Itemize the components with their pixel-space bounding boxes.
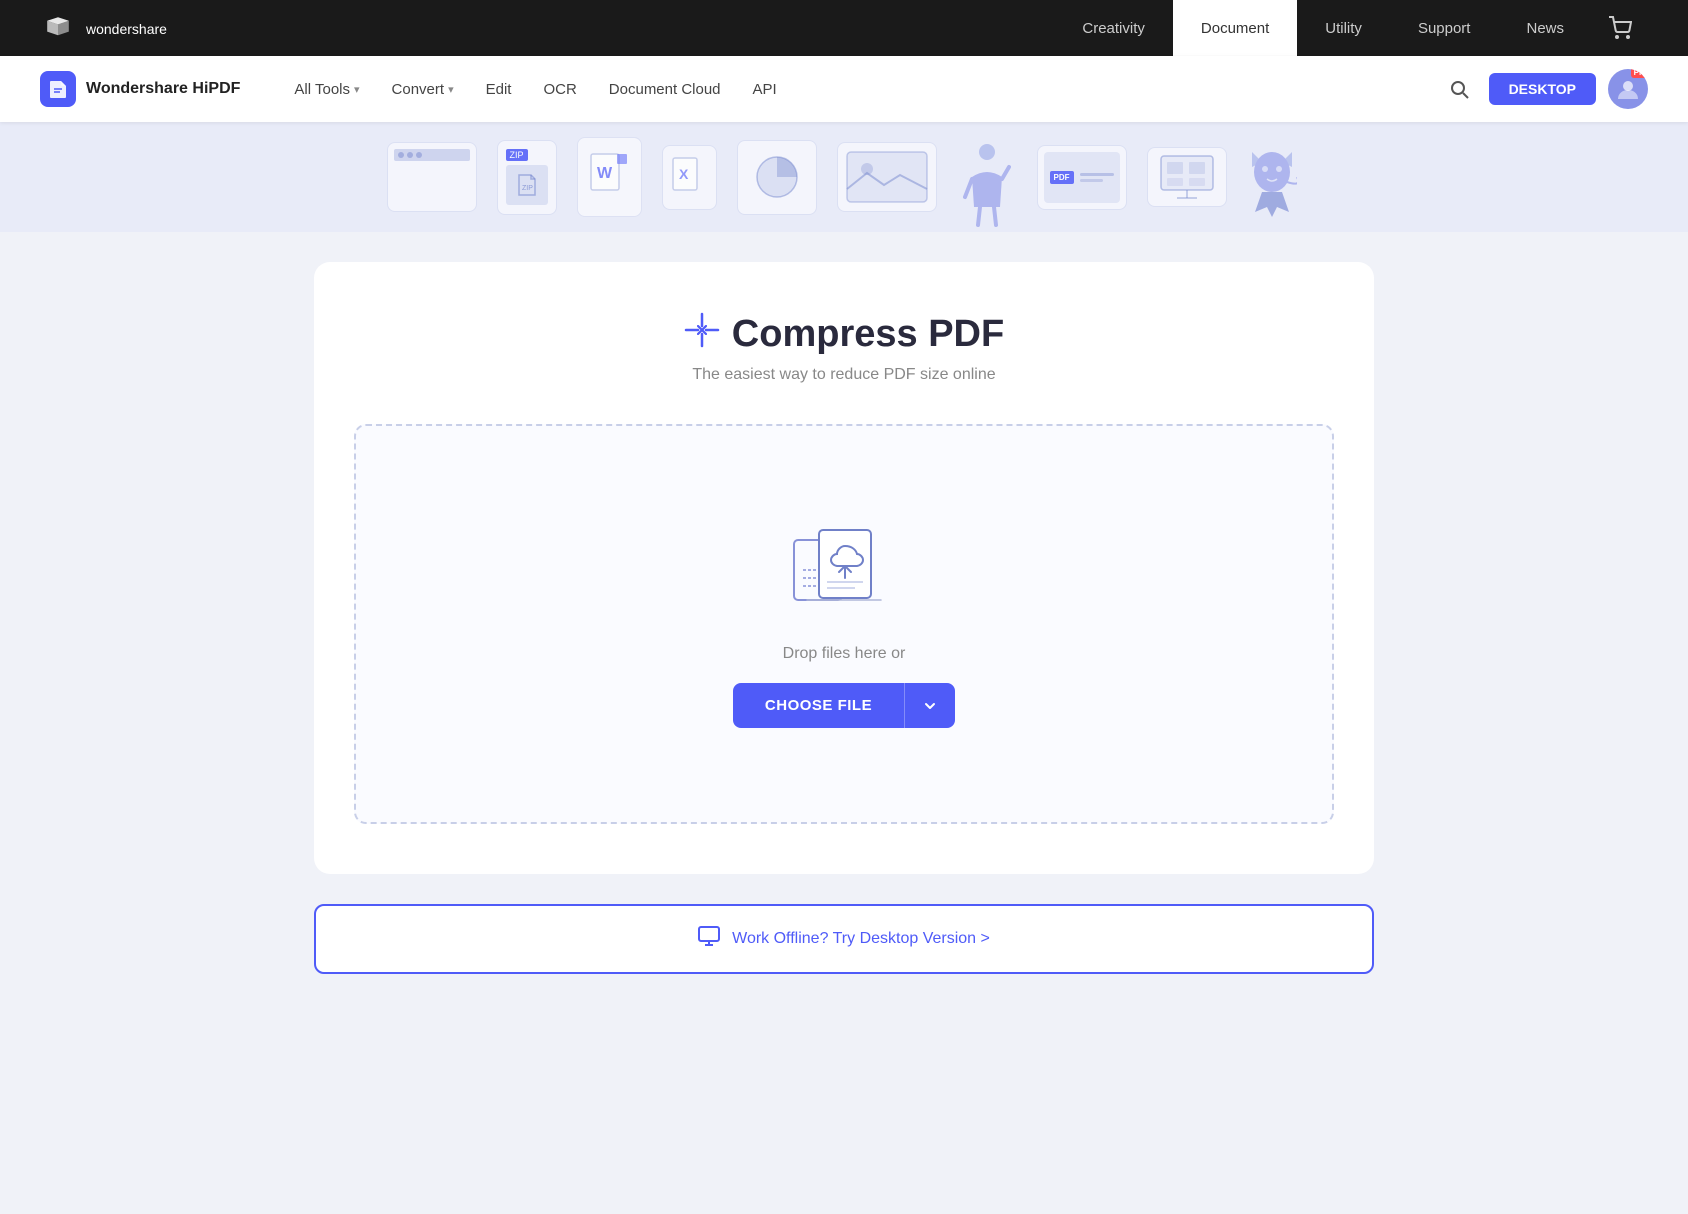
sub-nav-all-tools[interactable]: All Tools ▾	[280, 73, 373, 106]
sub-nav-api[interactable]: API	[739, 73, 791, 106]
sub-nav-items: All Tools ▾ Convert ▾ Edit OCR Document …	[280, 73, 1440, 106]
wondershare-logo[interactable]: wondershare	[40, 10, 196, 46]
top-nav: wondershare Creativity Document Utility …	[0, 0, 1688, 56]
monitor-icon	[698, 926, 720, 952]
offline-banner-text: Work Offline? Try Desktop Version >	[732, 930, 990, 948]
main-content: Compress PDF The easiest way to reduce P…	[0, 232, 1688, 1214]
chevron-down-icon	[923, 699, 937, 713]
top-nav-links: Creativity Document Utility Support News	[1054, 0, 1592, 56]
search-button[interactable]	[1441, 71, 1477, 107]
sub-nav-convert[interactable]: Convert ▾	[378, 73, 468, 106]
svg-text:wondershare: wondershare	[86, 21, 167, 37]
choose-file-dropdown-button[interactable]	[904, 683, 955, 728]
pro-badge: Pro	[1631, 69, 1648, 78]
nav-creativity[interactable]: Creativity	[1054, 0, 1173, 56]
compress-icon	[684, 312, 720, 356]
drop-zone[interactable]: Drop files here or CHOOSE FILE	[354, 424, 1334, 824]
chevron-down-icon: ▾	[354, 83, 360, 96]
nav-document[interactable]: Document	[1173, 0, 1297, 56]
banner-illustration: ZIP ZIP W X	[387, 127, 1302, 227]
sub-nav-edit[interactable]: Edit	[472, 73, 526, 106]
avatar[interactable]: Pro	[1608, 69, 1648, 109]
sub-nav-ocr[interactable]: OCR	[529, 73, 590, 106]
upload-icon	[789, 520, 899, 615]
nav-support[interactable]: Support	[1390, 0, 1499, 56]
nav-utility[interactable]: Utility	[1297, 0, 1390, 56]
chevron-down-icon: ▾	[448, 83, 454, 96]
page-title: Compress PDF	[354, 312, 1334, 356]
choose-file-btn-group: CHOOSE FILE	[733, 683, 955, 728]
compress-card: Compress PDF The easiest way to reduce P…	[314, 262, 1374, 874]
svg-text:ZIP: ZIP	[522, 185, 533, 192]
drop-text: Drop files here or	[783, 645, 906, 663]
nav-news[interactable]: News	[1498, 0, 1592, 56]
sub-nav-logo-text: Wondershare HiPDF	[86, 80, 240, 98]
desktop-button[interactable]: DESKTOP	[1489, 73, 1596, 105]
page-subtitle: The easiest way to reduce PDF size onlin…	[354, 366, 1334, 384]
sub-nav-right: DESKTOP Pro	[1441, 69, 1648, 109]
page-title-area: Compress PDF The easiest way to reduce P…	[354, 312, 1334, 384]
choose-file-button[interactable]: CHOOSE FILE	[733, 683, 904, 728]
offline-banner[interactable]: Work Offline? Try Desktop Version >	[314, 904, 1374, 974]
banner: ZIP ZIP W X	[0, 122, 1688, 232]
sub-nav-document-cloud[interactable]: Document Cloud	[595, 73, 735, 106]
hipdf-logo[interactable]: Wondershare HiPDF	[40, 71, 240, 107]
svg-text:W: W	[597, 165, 613, 182]
cart-icon[interactable]	[1592, 0, 1648, 56]
svg-text:X: X	[679, 166, 689, 182]
sub-nav: Wondershare HiPDF All Tools ▾ Convert ▾ …	[0, 56, 1688, 122]
